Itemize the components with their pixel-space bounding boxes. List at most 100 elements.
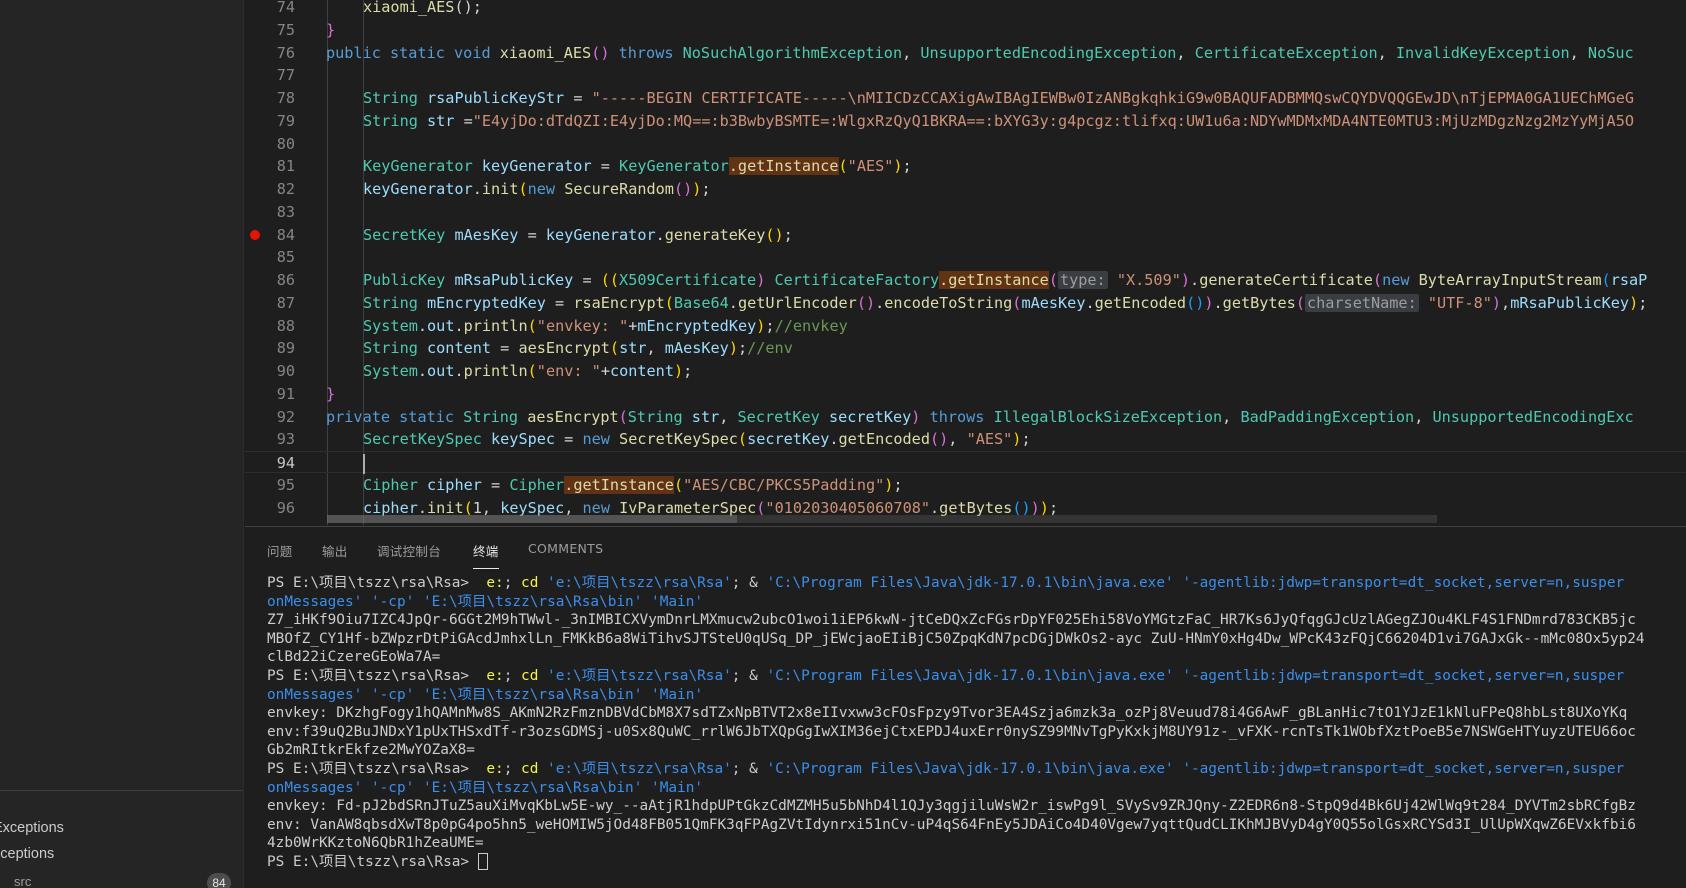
terminal-line: PS E:\项目\tszz\rsa\Rsa> e:; cd 'e:\项目\tsz…: [267, 667, 1686, 686]
sidebar-item-exceptions[interactable]: Exceptions: [0, 820, 64, 836]
line-number[interactable]: 87: [245, 292, 295, 314]
code-line[interactable]: 89 String content = aesEncrypt(str, mAesK…: [245, 337, 1686, 359]
code-token: InvalidKeyException: [1395, 43, 1570, 62]
code-line[interactable]: 90 System.out.println("env: "+content);: [245, 360, 1686, 382]
code-token: =: [518, 225, 546, 244]
text-cursor: [363, 453, 365, 474]
code-text: KeyGenerator keyGenerator = KeyGenerator…: [363, 155, 912, 177]
terminal-text: Gb2mRItkrEkfze2MwYOZaX8=: [267, 742, 475, 759]
code-token: str: [427, 111, 455, 130]
terminal-output[interactable]: PS E:\项目\tszz\rsa\Rsa> e:; cd 'e:\项目\tsz…: [267, 574, 1686, 872]
code-line[interactable]: 84 SecretKey mAesKey = keyGenerator.gener…: [245, 224, 1686, 246]
line-number[interactable]: 93: [245, 428, 295, 450]
terminal-command: e:: [486, 760, 504, 777]
line-number[interactable]: 89: [245, 337, 295, 359]
line-number[interactable]: 74: [245, 0, 295, 18]
code-token: .: [1085, 293, 1095, 312]
code-line[interactable]: 87 String mEncryptedKey = rsaEncrypt(Base…: [245, 292, 1686, 314]
breakpoint-icon[interactable]: [250, 229, 260, 240]
code-token: getBytes: [1222, 293, 1296, 312]
line-number[interactable]: 91: [245, 383, 295, 405]
code-token: ,: [1377, 43, 1396, 62]
code-line[interactable]: 88 System.out.println("envkey: "+mEncrypt…: [245, 315, 1686, 337]
tab-debug-console[interactable]: 调试控制台: [377, 541, 441, 560]
code-line[interactable]: 80: [245, 133, 1686, 155]
terminal-line: PS E:\项目\tszz\rsa\Rsa> e:; cd 'e:\项目\tsz…: [267, 574, 1686, 593]
code-line[interactable]: 75}: [245, 19, 1686, 41]
panel-tabs: 问题 输出 调试控制台 终端 COMMENTS: [245, 527, 1686, 571]
terminal-line: 4zb0WrKKztoN6QbR1hZeaUME=: [267, 834, 1686, 853]
line-number[interactable]: 85: [245, 246, 295, 268]
line-number[interactable]: 92: [245, 406, 295, 428]
sidebar-divider: [0, 790, 243, 791]
line-number[interactable]: 79: [245, 110, 295, 132]
code-token: ;: [737, 339, 748, 358]
code-text: String content = aesEncrypt(str, mAesKey…: [363, 337, 793, 359]
tab-problems[interactable]: 问题: [267, 541, 293, 560]
line-number[interactable]: 86: [245, 269, 295, 291]
line-number[interactable]: 82: [245, 178, 295, 200]
line-number[interactable]: 96: [245, 497, 295, 519]
code-token: CertificateFactory: [774, 271, 940, 289]
sidebar-item-xceptions[interactable]: xceptions: [0, 846, 54, 862]
code-token: ,: [1176, 43, 1195, 62]
terminal-string: onMessages': [267, 593, 363, 610]
horizontal-scrollbar[interactable]: [327, 515, 1437, 523]
line-number[interactable]: 78: [245, 87, 295, 109]
code-line[interactable]: 91}: [245, 383, 1686, 405]
line-number[interactable]: 75: [245, 19, 295, 41]
line-number[interactable]: 95: [245, 474, 295, 496]
line-number[interactable]: 81: [245, 155, 295, 177]
code-token: +: [600, 362, 610, 380]
terminal-text: env: VanAW8qbsdXwT8p0pG4po5hn5_weHOMIW5j…: [267, 816, 1636, 833]
code-editor[interactable]: 74 xiaomi_AES(); 75} 76 public static void x…: [245, 0, 1686, 525]
terminal-cursor: [477, 853, 488, 871]
terminal-string: 'e:\项目\tszz\rsa\Rsa': [547, 667, 732, 684]
line-number[interactable]: 88: [245, 315, 295, 337]
terminal-string: '-cp': [370, 779, 415, 796]
terminal-line: clBd22iCzereGEoWa7A=: [267, 648, 1686, 667]
code-line[interactable]: 93 SecretKeySpec keySpec = new SecretKeyS…: [245, 428, 1686, 450]
code-token: "X.509": [1116, 271, 1181, 289]
line-number[interactable]: 90: [245, 360, 295, 382]
code-line[interactable]: 77: [245, 64, 1686, 86]
line-number[interactable]: 94: [245, 452, 295, 474]
tab-comments[interactable]: COMMENTS: [528, 541, 603, 556]
horizontal-scrollbar-thumb[interactable]: [327, 515, 737, 523]
code-token: out: [427, 362, 455, 380]
terminal-text: env:f39uQ2BuJNDxY1pUxTHSxdTf-r3ozsGDMSj-…: [267, 723, 1636, 740]
line-number[interactable]: 83: [245, 201, 295, 223]
line-number[interactable]: 77: [245, 64, 295, 86]
code-line[interactable]: 85: [245, 246, 1686, 268]
parameter-hint: type:: [1057, 271, 1108, 289]
code-text: private static String aesEncrypt(String …: [326, 406, 1634, 428]
sidebar-item-src[interactable]: src: [14, 874, 31, 888]
code-line[interactable]: 81 KeyGenerator keyGenerator = KeyGenerat…: [245, 155, 1686, 177]
code-token: ;: [783, 225, 793, 244]
code-line[interactable]: 78 String rsaPublicKeyStr = "-----BEGIN C…: [245, 87, 1686, 109]
tab-terminal[interactable]: 终端: [473, 541, 499, 569]
code-token: System: [363, 362, 418, 380]
code-token: new: [582, 430, 620, 449]
code-line[interactable]: 95 Cipher cipher = Cipher.getInstance("AE…: [245, 474, 1686, 496]
code-line[interactable]: 82 keyGenerator.init(new SecureRandom());: [245, 178, 1686, 200]
code-line[interactable]: 92 private static String aesEncrypt(Strin…: [245, 406, 1686, 428]
code-line[interactable]: 74 xiaomi_AES();: [245, 0, 1686, 18]
line-number[interactable]: 80: [245, 133, 295, 155]
code-line[interactable]: 83: [245, 201, 1686, 223]
code-token: (): [856, 293, 876, 312]
terminal-text: Z7_iHKf9Oiu7IZC4JpQr-6GGt2M9hTWwl-_3nIMB…: [267, 612, 1636, 629]
code-token: ;: [893, 475, 903, 494]
code-line[interactable]: 94: [245, 451, 1686, 474]
code-token: (: [737, 430, 748, 449]
code-line[interactable]: 86 PublicKey mRsaPublicKey = ((X509Certif…: [245, 269, 1686, 291]
code-line[interactable]: 76 public static void xiaomi_AES() throws…: [245, 42, 1686, 64]
line-number[interactable]: 76: [245, 42, 295, 64]
code-token: =: [573, 271, 601, 289]
code-token: ,: [1414, 407, 1433, 426]
code-line[interactable]: 79 String str ="E4yjDo:dTdQZI:E4yjDo:MQ==…: [245, 110, 1686, 132]
tab-output[interactable]: 输出: [322, 541, 348, 560]
